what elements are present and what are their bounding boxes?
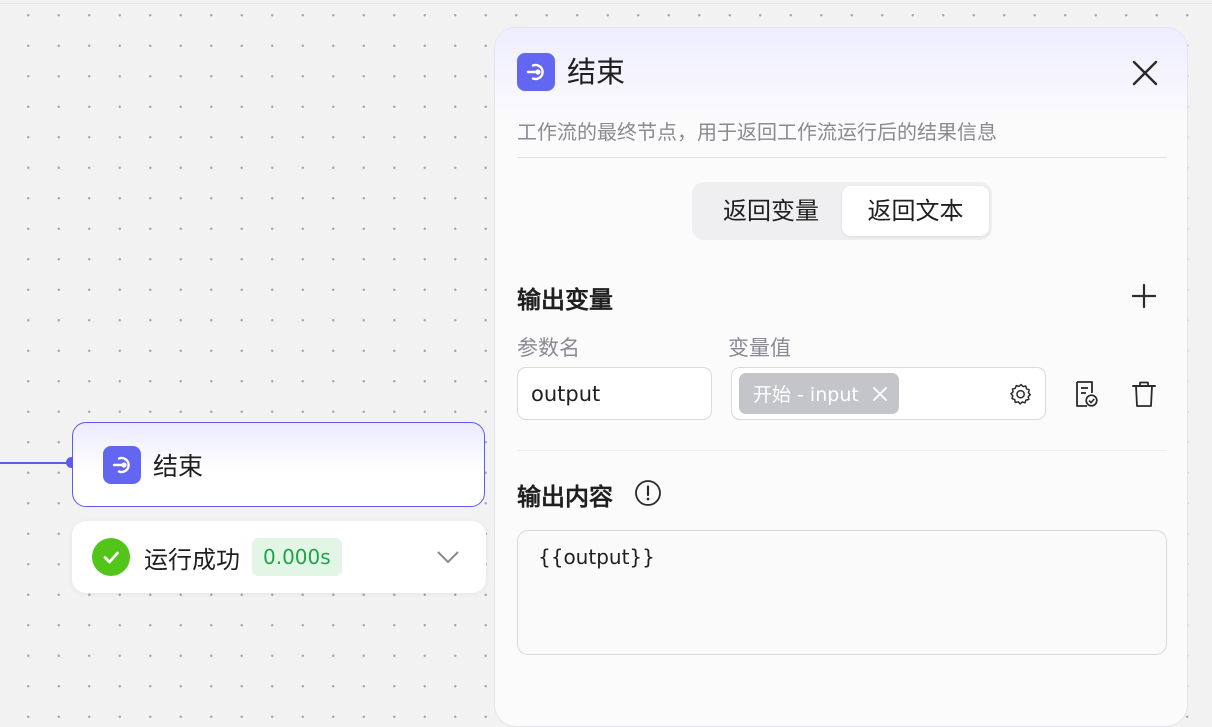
trash-icon[interactable]: [1131, 380, 1157, 408]
divider: [517, 157, 1167, 158]
variable-value-field[interactable]: 开始 - input: [731, 367, 1046, 420]
end-node-icon: [103, 445, 141, 484]
run-status-card[interactable]: 运行成功 0.000s: [72, 521, 486, 593]
edge-line: [0, 462, 68, 464]
chevron-down-icon[interactable]: [434, 543, 462, 571]
output-content-textarea[interactable]: {{output}}: [517, 530, 1167, 655]
top-border: [0, 3, 1212, 4]
gear-icon[interactable]: [1009, 382, 1033, 406]
close-icon[interactable]: [1129, 57, 1161, 89]
run-status-text: 运行成功: [144, 545, 240, 574]
document-check-icon[interactable]: [1073, 380, 1099, 408]
tab-return-variables[interactable]: 返回变量: [700, 186, 842, 236]
variable-value-label: 变量值: [728, 336, 791, 360]
end-node-icon: [517, 53, 555, 91]
tab-return-text[interactable]: 返回文本: [842, 186, 989, 236]
variable-tag-label: 开始 - input: [753, 384, 859, 406]
output-content-title: 输出内容: [517, 483, 613, 511]
info-icon[interactable]: [634, 479, 662, 507]
param-name-label: 参数名: [517, 336, 580, 360]
panel-description: 工作流的最终节点，用于返回工作流运行后的结果信息: [517, 120, 997, 144]
param-name-input[interactable]: [517, 367, 712, 420]
run-time-badge: 0.000s: [252, 538, 342, 576]
node-settings-panel: 结束 工作流的最终节点，用于返回工作流运行后的结果信息 返回变量 返回文本 输出…: [494, 27, 1188, 727]
variable-tag: 开始 - input: [739, 373, 899, 414]
check-circle-icon: [92, 538, 130, 576]
add-variable-button[interactable]: [1131, 283, 1157, 309]
divider: [517, 450, 1167, 451]
node-title: 结束: [153, 451, 204, 481]
output-variables-title: 输出变量: [517, 286, 613, 314]
close-icon[interactable]: [871, 385, 889, 403]
panel-title: 结束: [567, 55, 626, 89]
end-node-card[interactable]: 结束: [72, 422, 485, 507]
return-mode-segmented: 返回变量 返回文本: [692, 182, 992, 240]
